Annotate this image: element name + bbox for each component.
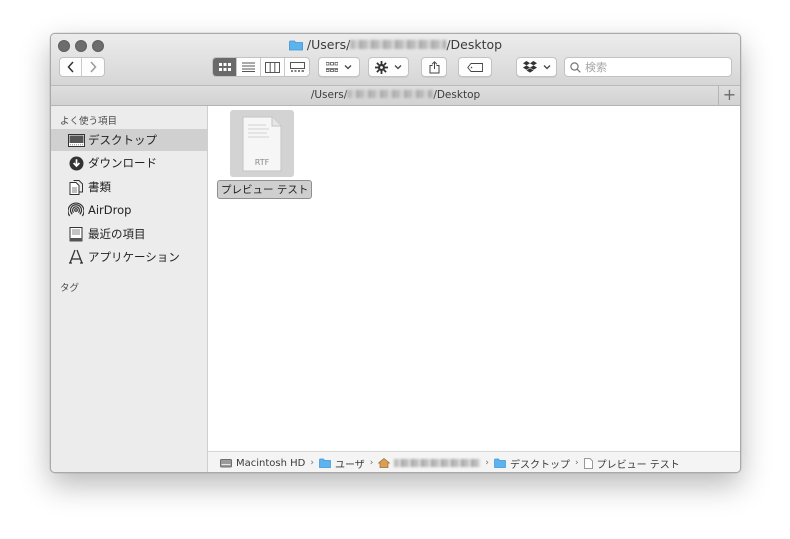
gallery-view-button[interactable] — [285, 58, 309, 76]
chevron-right-icon: › — [485, 458, 489, 468]
chevron-right-icon: › — [369, 458, 374, 468]
tab-bar: /Users/ /Desktop + — [51, 86, 740, 106]
action-menu-button[interactable] — [368, 57, 409, 77]
tab-path-suffix: /Desktop — [433, 89, 481, 101]
document-icon — [583, 457, 593, 469]
file-browser-area[interactable]: RTF プレビュー テスト — [208, 106, 740, 446]
grid-icon — [218, 63, 231, 71]
redacted-username — [347, 90, 434, 98]
gallery-icon — [289, 61, 305, 72]
grid-icon — [326, 62, 338, 72]
path-crumb-label: プレビュー テスト — [596, 459, 680, 471]
path-crumb-label: ユーザ — [334, 459, 365, 471]
dropbox-button[interactable] — [516, 57, 557, 77]
sidebar-item-downloads[interactable]: ダウンロード — [51, 152, 208, 174]
sidebar-item-recents[interactable]: 最近の項目 — [51, 223, 208, 245]
path-crumb-label: デスクトップ — [510, 459, 570, 471]
window-title: /Users/ /Desktop — [51, 37, 740, 53]
tab-title[interactable]: /Users/ /Desktop — [311, 89, 480, 101]
download-icon — [67, 155, 85, 171]
group-by-button[interactable] — [318, 57, 360, 77]
back-button[interactable] — [60, 58, 82, 76]
icon-view-button[interactable] — [213, 58, 237, 76]
tab-path-prefix: /Users/ — [310, 89, 348, 101]
path-crumb-home[interactable] — [378, 458, 481, 468]
sidebar: よく使う項目 デスクトップ ダウンロード 書類 AirDrop 最近の項目 アプ… — [51, 106, 208, 472]
window-title-prefix: /Users/ — [306, 37, 351, 52]
redacted-username — [394, 459, 481, 467]
window-title-suffix: /Desktop — [446, 37, 503, 52]
applications-icon — [67, 249, 85, 265]
path-crumb-desktop[interactable]: デスクトップ — [494, 456, 570, 471]
share-button[interactable] — [421, 57, 447, 77]
view-mode-segment — [212, 57, 310, 77]
new-tab-button[interactable]: + — [718, 86, 740, 105]
favorites-heading: よく使う項目 — [60, 116, 118, 127]
sidebar-item-airdrop[interactable]: AirDrop — [51, 199, 208, 221]
hard-drive-icon — [220, 459, 232, 468]
sidebar-item-label: デスクトップ — [88, 133, 157, 147]
folder-icon — [319, 458, 331, 468]
list-icon — [242, 62, 255, 72]
finder-window: /Users/ /Desktop 検索 /Users/ /Desktop + よく… — [50, 33, 741, 473]
chevron-down-icon — [543, 65, 550, 70]
sidebar-item-label: AirDrop — [88, 203, 132, 217]
list-view-button[interactable] — [237, 58, 261, 76]
file-item[interactable]: RTF プレビュー テスト — [217, 110, 313, 199]
path-crumb-users[interactable]: ユーザ — [319, 456, 365, 471]
column-view-button[interactable] — [261, 58, 285, 76]
path-crumb-macintosh-hd[interactable]: Macintosh HD — [220, 458, 305, 469]
home-icon — [378, 458, 391, 468]
chevron-right-icon: › — [310, 458, 314, 468]
airdrop-icon — [67, 202, 85, 218]
file-name-label[interactable]: プレビュー テスト — [217, 180, 313, 199]
sidebar-item-label: 書類 — [88, 180, 111, 194]
file-thumbnail[interactable]: RTF — [230, 110, 294, 177]
file-type-label: RTF — [255, 158, 270, 167]
rtf-document-icon: RTF — [242, 116, 282, 171]
columns-icon — [265, 61, 280, 73]
sidebar-item-documents[interactable]: 書類 — [51, 176, 208, 198]
path-crumb-file[interactable]: プレビュー テスト — [583, 456, 680, 471]
tags-heading: タグ — [60, 283, 80, 294]
search-input[interactable] — [585, 60, 725, 74]
sidebar-item-label: 最近の項目 — [88, 227, 146, 241]
redacted-username — [350, 40, 447, 49]
edit-tags-button[interactable] — [458, 57, 492, 77]
search-field[interactable] — [564, 57, 732, 77]
search-icon — [570, 61, 581, 73]
sidebar-item-applications[interactable]: アプリケーション — [51, 246, 208, 268]
tag-icon — [467, 62, 483, 72]
chevron-down-icon — [344, 65, 352, 70]
forward-button[interactable] — [82, 58, 104, 76]
chevron-left-icon — [66, 61, 74, 73]
sidebar-item-label: ダウンロード — [88, 156, 157, 170]
path-crumb-label: Macintosh HD — [236, 457, 306, 469]
documents-icon — [67, 179, 85, 195]
navigation-buttons — [59, 57, 105, 77]
recents-icon — [67, 226, 85, 242]
desktop-icon — [67, 132, 85, 148]
title-bar: /Users/ /Desktop — [51, 34, 740, 86]
chevron-right-icon — [90, 61, 97, 73]
sidebar-item-label: アプリケーション — [88, 250, 180, 264]
folder-icon — [288, 39, 303, 55]
gear-icon — [375, 60, 388, 74]
share-icon — [429, 60, 439, 73]
chevron-right-icon: › — [575, 458, 579, 468]
path-bar: Macintosh HD › ユーザ › › デスクトップ › プレビュー テス… — [208, 451, 740, 472]
folder-icon — [494, 458, 506, 468]
dropbox-icon — [522, 61, 537, 73]
chevron-down-icon — [394, 65, 402, 70]
sidebar-item-desktop[interactable]: デスクトップ — [51, 129, 208, 151]
